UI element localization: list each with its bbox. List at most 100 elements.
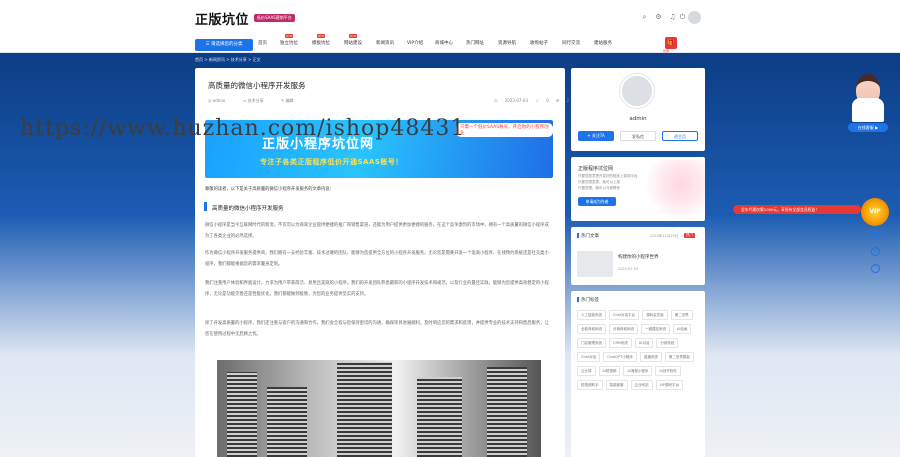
author-label: admin: [212, 98, 226, 103]
tag-item[interactable]: 智能客服: [605, 380, 628, 390]
power-icon[interactable]: ⏻: [678, 13, 687, 22]
tag-item[interactable]: 第二世界模板: [664, 352, 694, 362]
tag-item[interactable]: AI对话: [634, 338, 654, 348]
tag-item[interactable]: CRM系统: [609, 338, 632, 348]
tag-item[interactable]: ChatGPT小程序: [603, 352, 637, 362]
hot-article-date: 2023-07-03: [618, 267, 639, 271]
tag-item[interactable]: 企业网站: [630, 380, 653, 390]
nav-item-standalone[interactable]: HOT 独立坑位: [280, 34, 298, 46]
watermark-text: https://www.huzhan.com/ishop48431: [20, 116, 466, 141]
building: [487, 367, 527, 457]
comment-count[interactable]: ✉ 2: [556, 98, 569, 103]
building: [417, 377, 462, 457]
tag-item[interactable]: VIP源码平台: [655, 380, 684, 390]
nav-item-home[interactable]: 首页: [258, 40, 267, 46]
nav-item-website[interactable]: HOT 网站建设: [344, 34, 362, 46]
section-title: 高质量的微信小程序开发服务: [212, 206, 284, 212]
building: [337, 362, 392, 457]
gift-icon[interactable]: 🎁: [665, 37, 677, 49]
nav-item-build-service[interactable]: 建站服务: [594, 40, 612, 46]
visit-button[interactable]: 进主页: [662, 131, 698, 141]
date-label: 2023-07-03: [504, 98, 529, 103]
article-author[interactable]: ◎ admin: [208, 98, 233, 103]
nav-item-buy-posts[interactable]: 收购帖子: [530, 40, 548, 46]
building: [227, 372, 257, 457]
tag-item[interactable]: 分销商城系统: [609, 324, 638, 334]
paragraph: 除了开发高质量的小程序，我们还注重与客户的沟通和合作。我们会全程与您保持密切的沟…: [205, 321, 549, 338]
like-count[interactable]: ☆ 0: [535, 98, 548, 103]
tag-item[interactable]: 分销系统: [656, 338, 679, 348]
follow-button[interactable]: + 关注TA: [578, 131, 614, 141]
gear-icon[interactable]: ⚙: [654, 13, 663, 22]
hot-article-thumbnail[interactable]: [577, 251, 613, 277]
edit-link[interactable]: ✎ 编辑: [281, 98, 302, 103]
nav-item-label: 资源导航: [498, 41, 516, 46]
apply-author-button[interactable]: 申请成为作者: [578, 197, 616, 206]
share-icon[interactable]: ⇪: [871, 247, 880, 256]
bell-icon[interactable]: ♫: [668, 13, 677, 22]
tag-item[interactable]: AI绘画: [673, 324, 692, 334]
author-name[interactable]: admin: [571, 116, 705, 122]
nav-item-label: 网站建设: [344, 41, 362, 46]
article-category[interactable]: ▭ 技术分享: [243, 98, 272, 103]
tag-item[interactable]: 人工智能系统: [577, 310, 606, 320]
breadcrumb[interactable]: 首页 > 新闻资讯 > 技术分享 > 正文: [195, 55, 565, 65]
recruit-title: 正版程序坑位网: [578, 166, 614, 172]
tag-item[interactable]: 直播系统: [639, 352, 662, 362]
edit-label: 编辑: [285, 98, 294, 103]
hot-badge: HOT: [317, 34, 326, 38]
hot-date: 2023年12月23日: [650, 234, 679, 238]
site-logo[interactable]: 正版坑位: [195, 9, 249, 28]
tag-item[interactable]: 源码会员版: [642, 310, 668, 320]
nav-item-label: 收购帖子: [530, 41, 548, 46]
hot-articles-title: 热门文章: [577, 233, 599, 239]
article-intro: 尊敬的读者，以下是关于高质量的微信小程序开发服务的文章内容：: [205, 187, 334, 192]
nav-item-label: 独立坑位: [280, 41, 298, 46]
tags-list: 人工智能系统 Chat对话平台 源码会员版 第二世界全能商城系统 分销商城系统 一键建站系…: [577, 310, 699, 390]
hot-badge: HOT: [285, 34, 294, 38]
tag-item[interactable]: 短视频助手: [577, 380, 603, 390]
hot-article-title[interactable]: 构建你的小程序世界: [618, 254, 659, 260]
tag-item[interactable]: 一键建站系统: [641, 324, 670, 334]
banner-pill: 只需一个低价SAAS账号，开启你的小程序创业: [456, 123, 553, 137]
user-avatar[interactable]: [688, 11, 701, 24]
tag-item[interactable]: Chat对话: [577, 352, 601, 362]
nav-item-label: 商城中心: [435, 41, 453, 46]
paragraph: 作为微信小程序开发服务提供商，我们拥有一支经验丰富、技术过硬的团队，能够为您提供…: [205, 251, 549, 268]
nav-item-label: 模板坑位: [312, 41, 330, 46]
tags-title: 热门标签: [577, 297, 599, 303]
comments-label: 2: [566, 98, 570, 103]
paragraph: 我们注重用户体验和界面设计，力求为用户带来简洁、易用且美观的小程序。我们的开发团…: [205, 281, 549, 298]
promo-pill[interactable]: 全年代理仅需1000元，享所有全部会员权益！: [733, 205, 861, 214]
category-button[interactable]: ☰ 请选择您的分类: [195, 39, 253, 51]
tag-item[interactable]: 全能商城系统: [577, 324, 606, 334]
vip-badge[interactable]: VIP: [861, 198, 889, 226]
up-arrow-icon[interactable]: ⌃: [871, 264, 880, 273]
article-image: [217, 360, 541, 457]
tag-item[interactable]: AI海报小程序: [623, 366, 653, 376]
message-button[interactable]: 发私信: [620, 131, 656, 141]
online-service-button[interactable]: 在线客服 ▶: [848, 123, 888, 132]
search-icon[interactable]: ⌕: [640, 13, 649, 22]
tag-item[interactable]: 门店管理系统: [577, 338, 606, 348]
message-icon[interactable]: ✉: [871, 231, 880, 240]
tag-item[interactable]: 云计算: [577, 366, 596, 376]
tag-item[interactable]: 第二世界: [670, 310, 693, 320]
tag-item[interactable]: AI短视频: [598, 366, 621, 376]
nav-item-mall[interactable]: 商城中心: [435, 40, 453, 46]
nav-item-news[interactable]: 新闻资讯: [376, 40, 394, 46]
nav-item-template[interactable]: HOT 模板坑位: [312, 34, 330, 46]
author-avatar[interactable]: [620, 74, 654, 108]
category-label: 技术分享: [247, 98, 264, 103]
tag-item[interactable]: AI创作软件: [655, 366, 681, 376]
nav-item-label: 首页: [258, 41, 267, 46]
nav-item-hot-sites[interactable]: 热门网址: [466, 40, 484, 46]
nav-item-resources[interactable]: 资源导航: [498, 40, 516, 46]
nav-item-vip[interactable]: VIP介绍: [407, 40, 423, 46]
nav-item-community[interactable]: 同行交流: [562, 40, 580, 46]
nav-item-label: 同行交流: [562, 41, 580, 46]
paragraph: 微信小程序是当今互联网时代的新宠，不仅可以为商家企业提供便捷的推广和销售渠道，还…: [205, 223, 549, 240]
tag-item[interactable]: Chat对话平台: [609, 310, 640, 320]
article-stats: ◷ 2023-07-03 ☆ 0 ✉ 2: [488, 98, 569, 103]
hot-badge: HOT: [349, 34, 358, 38]
